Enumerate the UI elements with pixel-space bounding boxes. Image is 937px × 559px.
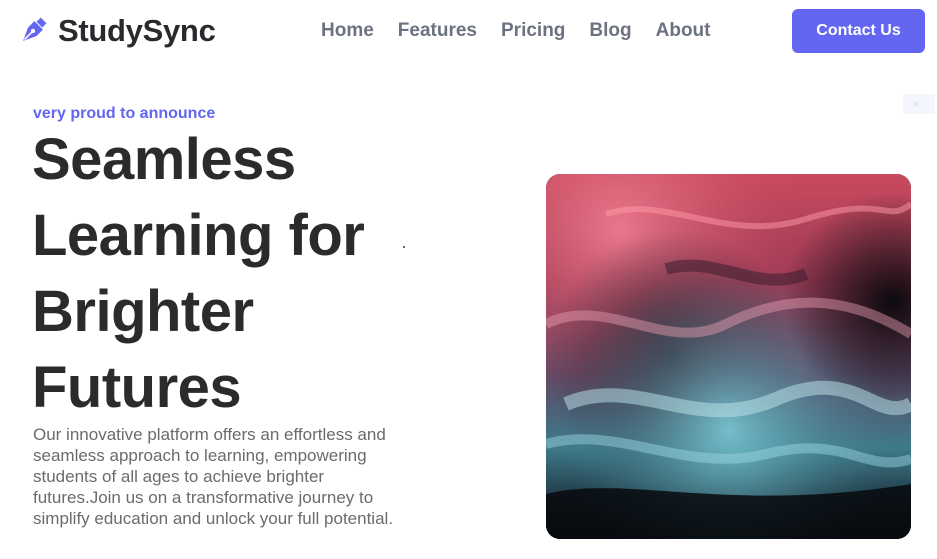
main-nav: Home Features Pricing Blog About [321,19,711,43]
headline-line: Learning for [32,203,365,268]
nav-item-about[interactable]: About [656,19,711,43]
landing-page: StudySync Home Features Pricing Blog Abo… [0,0,937,559]
hero-description: Our innovative platform offers an effort… [33,425,394,528]
hero-image [546,174,911,539]
abstract-ink-image [546,174,911,539]
nav-item-pricing[interactable]: Pricing [501,19,565,43]
brand-name: StudySync [58,13,216,48]
pen-nib-icon [23,17,47,41]
headline-line: Futures [32,355,242,420]
decorative-square [903,94,935,114]
headline-line: Seamless [32,127,296,192]
nav-item-home[interactable]: Home [321,19,374,43]
hero-eyebrow: very proud to announce [33,105,216,122]
brand-logo[interactable]: StudySync [16,12,216,50]
decorative-dot [403,246,405,248]
contact-us-button[interactable]: Contact Us [792,9,925,53]
nav-item-blog[interactable]: Blog [589,19,631,43]
headline-line: Brighter [32,279,254,344]
hero-headline: Seamless Learning for Brighter Futures [32,122,432,426]
nav-item-features[interactable]: Features [398,19,477,43]
